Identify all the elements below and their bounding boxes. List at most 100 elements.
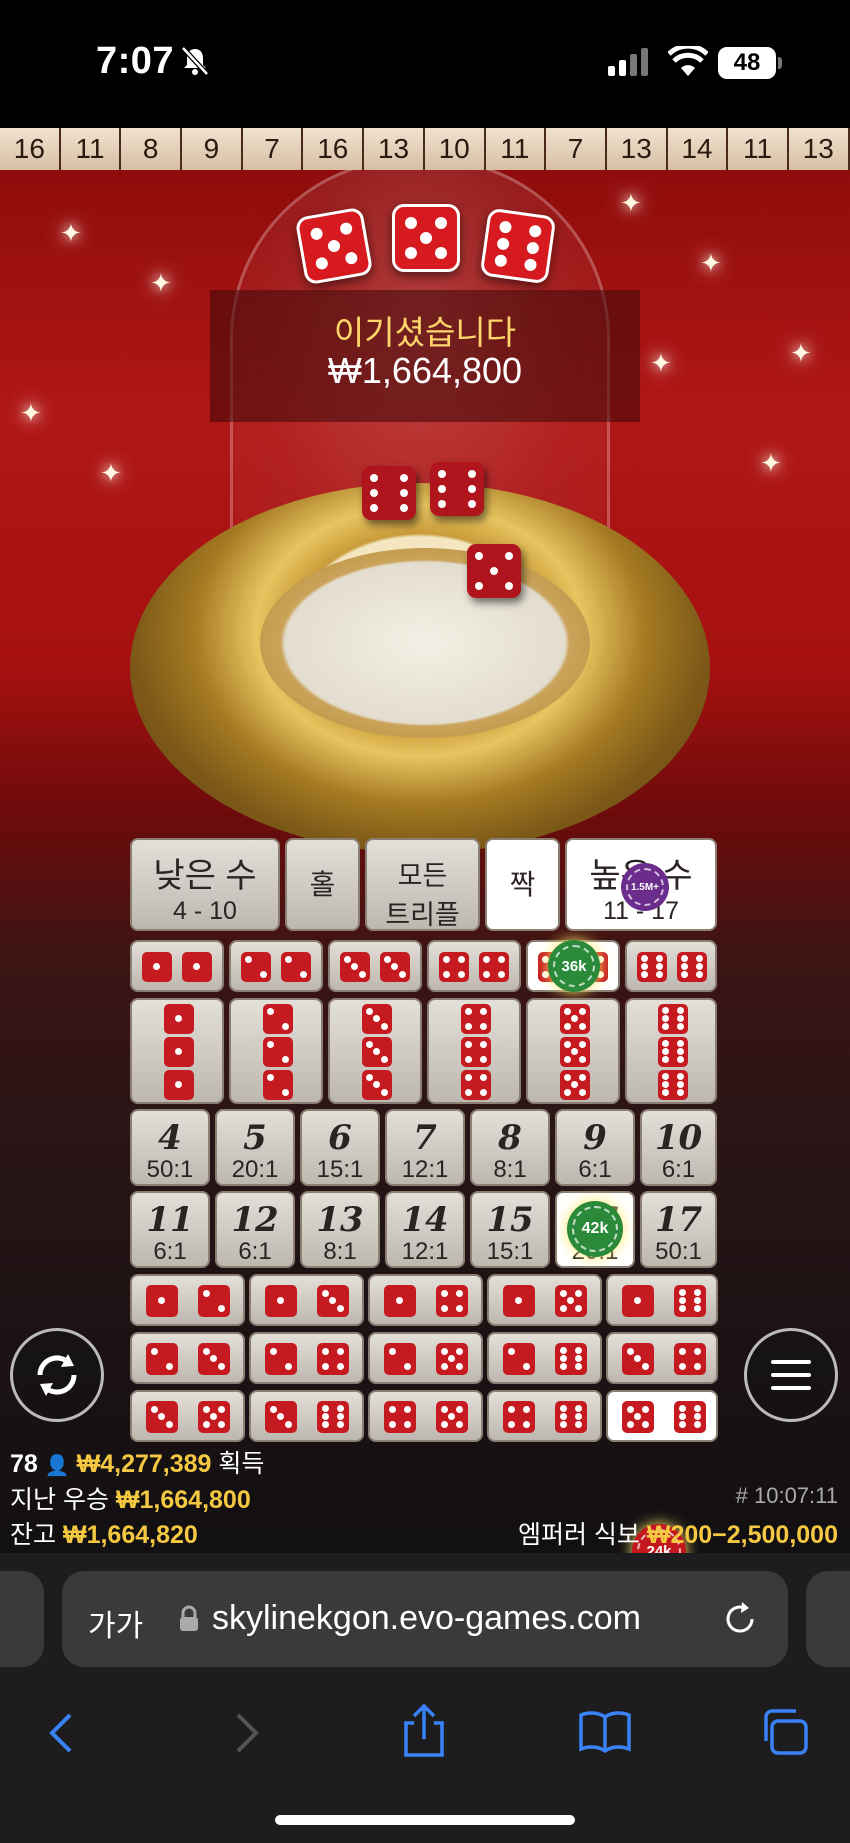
bet-total-9[interactable]: 9 6:1: [555, 1109, 635, 1186]
bet-double-4[interactable]: [427, 940, 521, 992]
previous-tab-peek[interactable]: [0, 1571, 44, 1667]
bet-triple-2[interactable]: [229, 998, 323, 1104]
home-indicator: [275, 1815, 575, 1825]
battery-level: 48: [718, 47, 776, 79]
bet-total-10[interactable]: 10 6:1: [640, 1109, 717, 1186]
total-odds: 8:1: [323, 1238, 357, 1265]
bet-combo-3-4[interactable]: [606, 1332, 718, 1384]
win-title: 이기셨습니다: [333, 314, 517, 351]
balance-row: 잔고 ₩1,664,820: [10, 1515, 198, 1551]
bet-any-triple[interactable]: 모든 트리플: [365, 838, 480, 931]
result-die: [392, 204, 460, 272]
last-win-label: 지난 우승: [10, 1486, 109, 1514]
history-result: 11: [60, 128, 122, 170]
cup-die: [430, 462, 484, 516]
bet-total-7[interactable]: 7 12:1: [385, 1109, 465, 1186]
bet-double-2[interactable]: [229, 940, 323, 992]
history-result: 16: [0, 128, 61, 170]
bet-combo-4-6[interactable]: [487, 1390, 602, 1442]
tabs-icon[interactable]: [758, 1707, 810, 1757]
total-number: 8: [498, 1118, 522, 1158]
bet-total-12[interactable]: 12 6:1: [215, 1191, 295, 1268]
bet-double-3[interactable]: [328, 940, 422, 992]
browser-chrome: 가가 skylinekgon.evo-games.com: [0, 1553, 850, 1843]
history-result: 11: [485, 128, 547, 170]
history-result: 16: [303, 128, 365, 170]
die-face-4: [436, 1285, 468, 1317]
bet-total-11[interactable]: 11 6:1: [130, 1191, 210, 1268]
history-result: 7: [546, 128, 607, 170]
bet-combo-4-5[interactable]: [368, 1390, 483, 1442]
sparkle-icon: ✦: [150, 268, 172, 298]
bet-odd[interactable]: 홀: [285, 838, 360, 931]
bet-combo-2-6[interactable]: [487, 1332, 602, 1384]
history-result: 13: [788, 128, 850, 170]
sparkle-icon: ✦: [60, 218, 82, 248]
bet-combo-2-3[interactable]: [130, 1332, 245, 1384]
die-face-1: [265, 1285, 297, 1317]
player-count: 78: [10, 1450, 38, 1478]
bet-triple-5[interactable]: [526, 998, 620, 1104]
total-number: 7: [413, 1118, 437, 1158]
bet-combo-1-2[interactable]: [130, 1274, 245, 1326]
clock: 7:07: [96, 40, 175, 82]
die-face-4: [503, 1401, 535, 1433]
bet-total-5[interactable]: 5 20:1: [215, 1109, 295, 1186]
bet-even[interactable]: 짝: [485, 838, 560, 931]
bet-double-1[interactable]: [130, 940, 224, 992]
total-number: 11: [146, 1200, 194, 1240]
bet-triple-4[interactable]: [427, 998, 521, 1104]
bet-double-6[interactable]: [625, 940, 717, 992]
bet-triple-6[interactable]: [625, 998, 717, 1104]
bet-total-15[interactable]: 15 15:1: [470, 1191, 550, 1268]
bet-total-14[interactable]: 14 12:1: [385, 1191, 465, 1268]
forward-icon[interactable]: [232, 1711, 262, 1755]
bet-triple-1[interactable]: [130, 998, 224, 1104]
bet-triple-3[interactable]: [328, 998, 422, 1104]
total-number: 13: [316, 1200, 364, 1240]
menu-button[interactable]: [744, 1328, 838, 1422]
bet-combo-2-4[interactable]: [249, 1332, 364, 1384]
bet-combo-3-6[interactable]: [249, 1390, 364, 1442]
bet-total-6[interactable]: 6 15:1: [300, 1109, 380, 1186]
total-number: 15: [486, 1200, 534, 1240]
sparkle-icon: ✦: [700, 248, 722, 278]
bet-total-13[interactable]: 13 8:1: [300, 1191, 380, 1268]
reader-settings-button[interactable]: 가가: [88, 1601, 143, 1645]
chip-total-16: 42k: [567, 1201, 623, 1257]
bet-combo-1-4[interactable]: [368, 1274, 483, 1326]
rebet-button[interactable]: [10, 1328, 104, 1422]
back-icon[interactable]: [46, 1711, 76, 1755]
bet-combo-5-6[interactable]: [606, 1390, 718, 1442]
bet-total-17[interactable]: 17 50:1: [640, 1191, 717, 1268]
browser-toolbar: [0, 1683, 850, 1773]
bet-combo-1-3[interactable]: [249, 1274, 364, 1326]
share-icon[interactable]: [400, 1703, 448, 1759]
bet-low[interactable]: 낮은 수 4 - 10: [130, 838, 280, 931]
bet-combo-1-6[interactable]: [606, 1274, 718, 1326]
total-odds: 6:1: [578, 1156, 612, 1183]
bet-combo-3-5[interactable]: [130, 1390, 245, 1442]
person-icon: 👤: [44, 1455, 70, 1477]
bet-combo-1-5[interactable]: [487, 1274, 602, 1326]
bookmarks-icon[interactable]: [578, 1709, 632, 1753]
die-face-3: [317, 1285, 349, 1317]
repeat-icon: [37, 1354, 77, 1396]
die-face-3: [198, 1343, 230, 1375]
die-face-3: [622, 1343, 654, 1375]
address-bar[interactable]: 가가 skylinekgon.evo-games.com: [62, 1571, 788, 1667]
sparkle-icon: ✦: [620, 188, 642, 218]
bet-total-8[interactable]: 8 8:1: [470, 1109, 550, 1186]
bet-total-4[interactable]: 4 50:1: [130, 1109, 210, 1186]
bet-limits: ₩200−2,500,000: [646, 1521, 838, 1549]
total-number: 6: [328, 1118, 352, 1158]
bet-combo-2-5[interactable]: [368, 1332, 483, 1384]
url-text: skylinekgon.evo-games.com: [212, 1599, 641, 1637]
next-tab-peek[interactable]: [806, 1571, 850, 1667]
reload-icon[interactable]: [722, 1601, 758, 1637]
die-face-1: [384, 1285, 416, 1317]
game-info: 78 👤 ₩4,277,389 획득 지난 우승 ₩1,664,800 # 10…: [0, 1440, 850, 1550]
history-result: 13: [606, 128, 668, 170]
total-number: 10: [654, 1118, 703, 1158]
battery-icon: [778, 57, 782, 69]
